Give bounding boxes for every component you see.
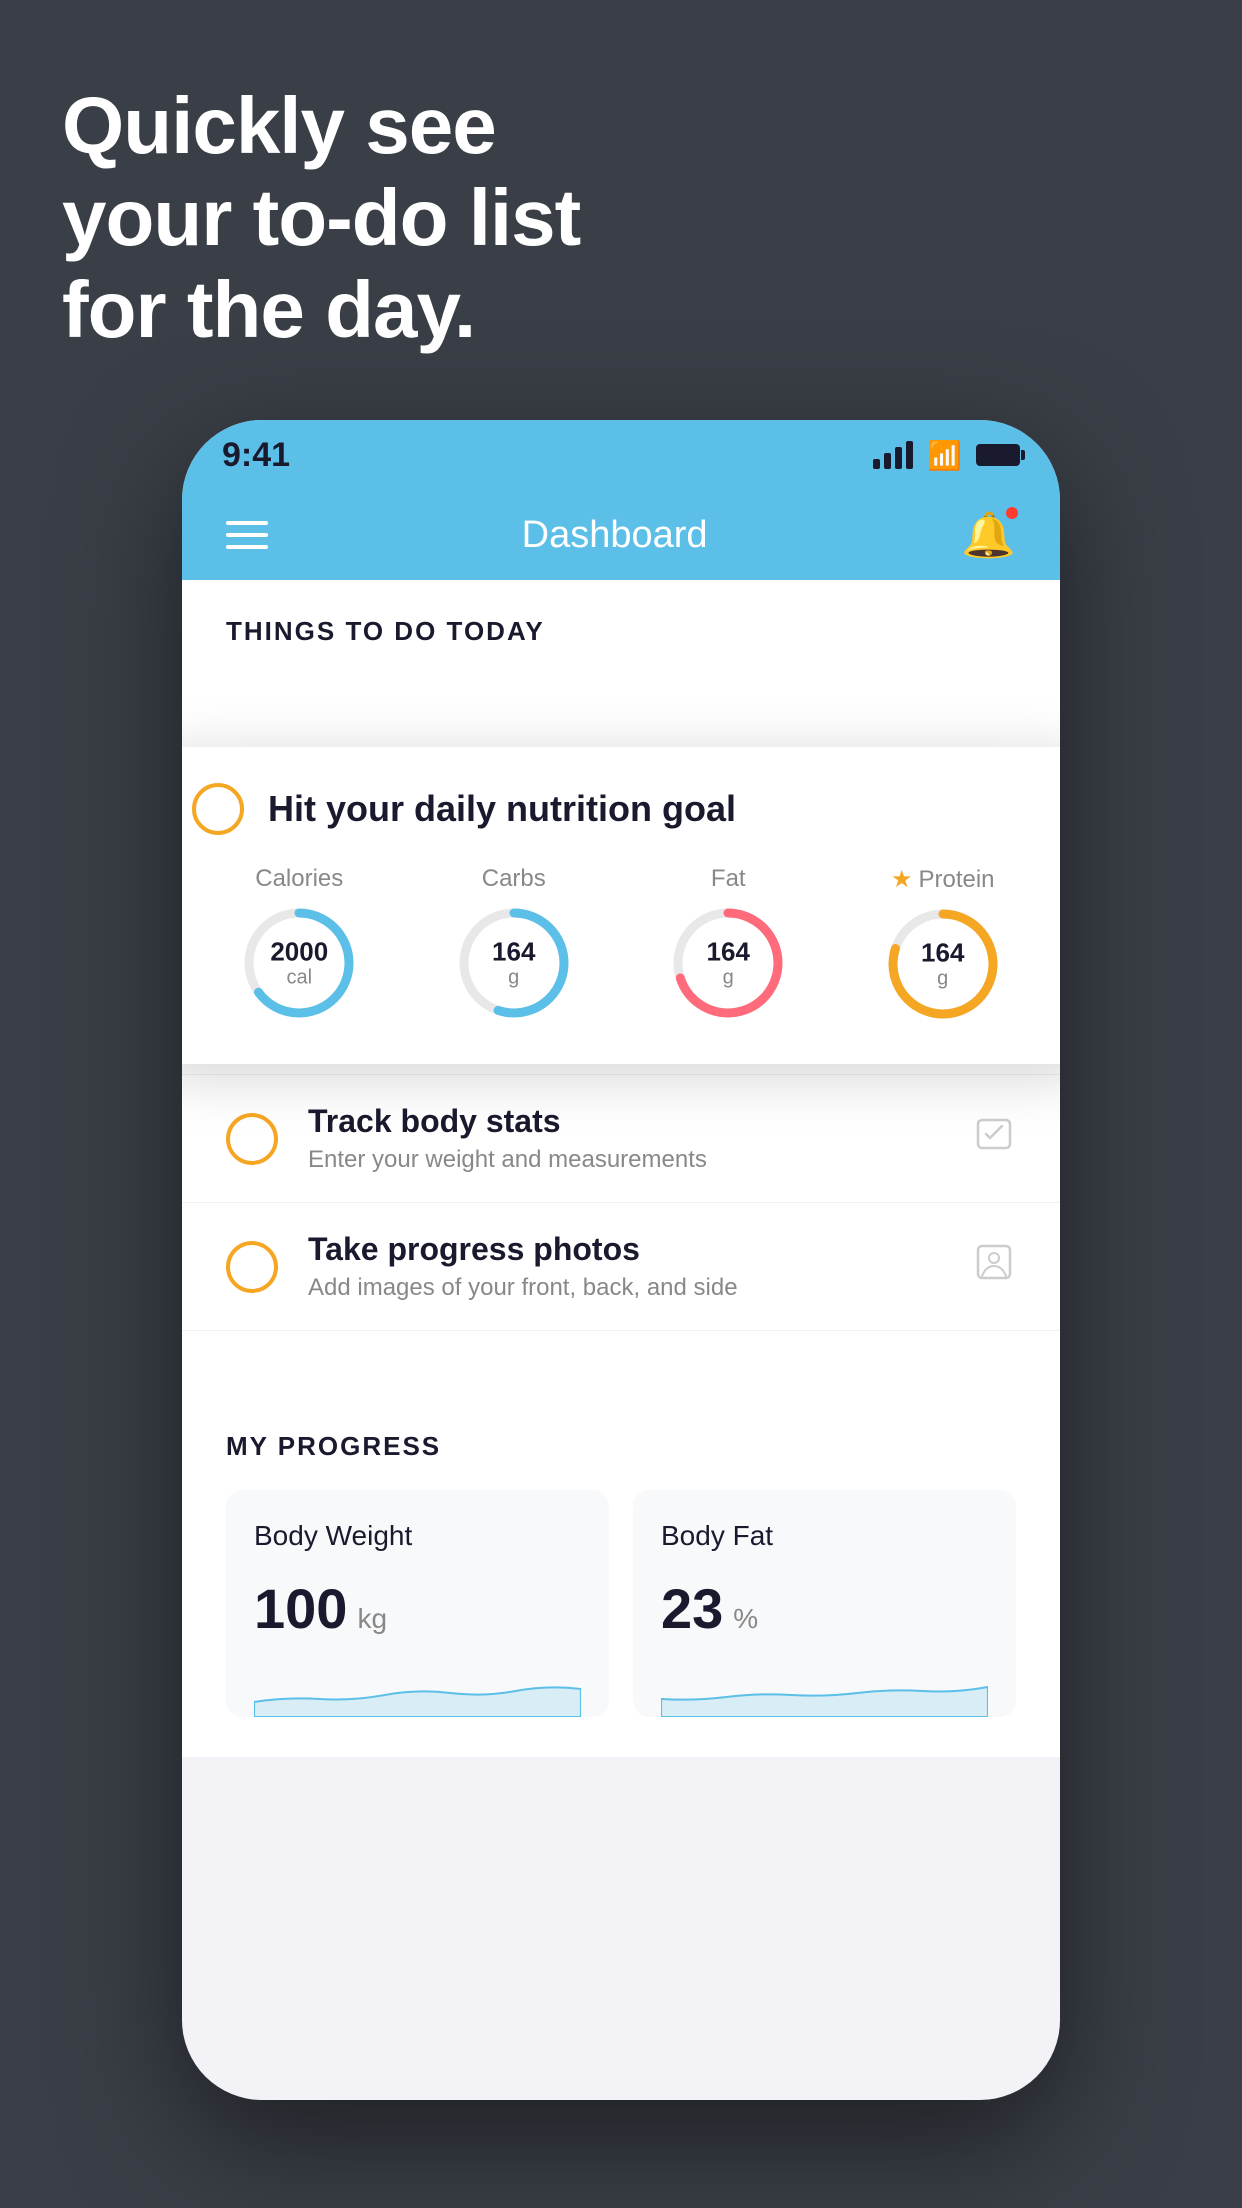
body-weight-title: Body Weight — [254, 1520, 581, 1552]
progress-section: MY PROGRESS Body Weight 100 kg — [182, 1391, 1060, 1757]
phone-frame: 9:41 📶 Dashboard 🔔 — [182, 420, 1060, 2100]
todo-item-body-stats[interactable]: Track body stats Enter your weight and m… — [182, 1075, 1060, 1203]
nav-title: Dashboard — [522, 514, 708, 557]
nutrition-card-header: Hit your daily nutrition goal — [192, 783, 1050, 835]
ring-protein: ★ Protein 164 g — [883, 865, 1003, 1024]
signal-icon — [873, 441, 913, 469]
nav-header: Dashboard 🔔 — [182, 490, 1060, 580]
body-fat-title: Body Fat — [661, 1520, 988, 1552]
body-fat-value-row: 23 % — [661, 1576, 988, 1641]
ring-calories: Calories 2000 cal — [239, 865, 359, 1023]
things-section-label: THINGS TO DO TODAY — [182, 580, 1060, 667]
protein-value: 164 g — [921, 939, 964, 990]
carbs-label: Carbs — [482, 865, 546, 893]
fat-label: Fat — [711, 865, 746, 893]
notification-dot — [1004, 505, 1020, 521]
carbs-value: 164 g — [492, 938, 535, 989]
bell-icon[interactable]: 🔔 — [961, 509, 1016, 561]
todo-item-progress-photos[interactable]: Take progress photos Add images of your … — [182, 1203, 1060, 1331]
card-spacer: Hit your daily nutrition goal Calories — [182, 667, 1060, 947]
calories-ring: 2000 cal — [239, 903, 359, 1023]
calories-label: Calories — [255, 865, 343, 893]
status-time: 9:41 — [222, 436, 290, 475]
body-stats-title: Track body stats — [308, 1103, 942, 1140]
nutrition-status-circle — [192, 783, 244, 835]
status-bar: 9:41 📶 — [182, 420, 1060, 490]
fat-value: 164 g — [707, 938, 750, 989]
wifi-icon: 📶 — [927, 439, 962, 472]
body-weight-chart — [254, 1657, 581, 1717]
body-weight-value: 100 — [254, 1576, 347, 1641]
menu-icon[interactable] — [226, 521, 268, 549]
body-stats-check-icon — [226, 1113, 278, 1165]
fat-ring: 164 g — [668, 903, 788, 1023]
body-weight-card[interactable]: Body Weight 100 kg — [226, 1490, 609, 1717]
body-stats-text: Track body stats Enter your weight and m… — [308, 1103, 942, 1174]
nutrition-card-title: Hit your daily nutrition goal — [268, 788, 736, 830]
scale-icon — [972, 1112, 1016, 1166]
progress-photos-title: Take progress photos — [308, 1231, 942, 1268]
protein-ring: 164 g — [883, 904, 1003, 1024]
ring-fat: Fat 164 g — [668, 865, 788, 1023]
body-weight-value-row: 100 kg — [254, 1576, 581, 1641]
protein-label: ★ Protein — [891, 865, 995, 894]
body-fat-value: 23 — [661, 1576, 723, 1641]
nutrition-card[interactable]: Hit your daily nutrition goal Calories — [182, 747, 1060, 1064]
status-icons: 📶 — [873, 439, 1020, 472]
calories-value: 2000 cal — [270, 938, 328, 989]
body-weight-unit: kg — [357, 1603, 387, 1635]
scroll-content: THINGS TO DO TODAY Hit your daily nutrit… — [182, 580, 1060, 1757]
progress-photos-check-icon — [226, 1241, 278, 1293]
headline: Quickly see your to-do list for the day. — [62, 80, 580, 356]
body-stats-subtitle: Enter your weight and measurements — [308, 1146, 942, 1174]
body-fat-chart — [661, 1657, 988, 1717]
nutrition-rings: Calories 2000 cal — [192, 865, 1050, 1024]
progress-cards: Body Weight 100 kg Body Fat — [226, 1490, 1016, 1717]
progress-title: MY PROGRESS — [226, 1431, 1016, 1462]
progress-photos-text: Take progress photos Add images of your … — [308, 1231, 942, 1302]
body-fat-unit: % — [733, 1603, 758, 1635]
body-fat-card[interactable]: Body Fat 23 % — [633, 1490, 1016, 1717]
carbs-ring: 164 g — [454, 903, 574, 1023]
spacer — [182, 1331, 1060, 1391]
progress-photos-subtitle: Add images of your front, back, and side — [308, 1274, 942, 1302]
ring-carbs: Carbs 164 g — [454, 865, 574, 1023]
battery-icon — [976, 444, 1020, 466]
star-icon: ★ — [891, 865, 913, 894]
person-icon — [972, 1240, 1016, 1294]
